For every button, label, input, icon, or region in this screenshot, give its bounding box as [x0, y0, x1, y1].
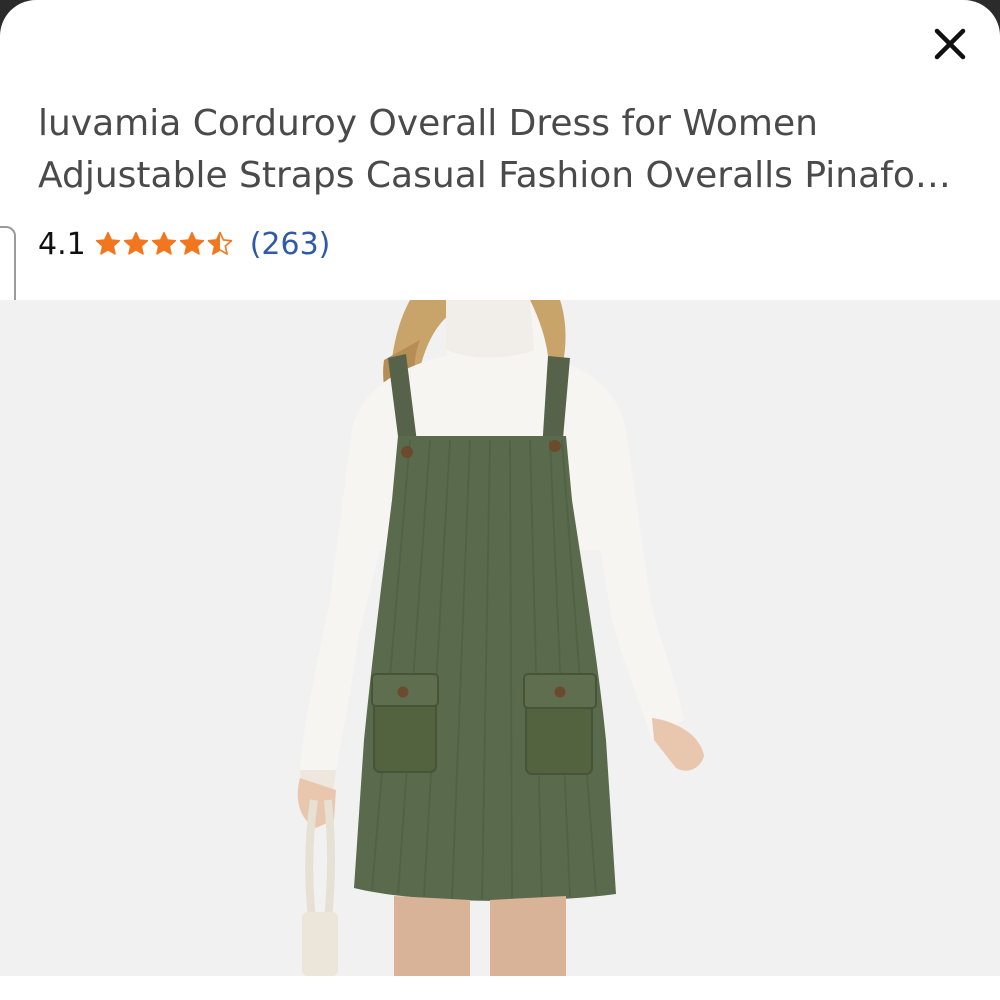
- star-filled-icon: [123, 231, 148, 255]
- star-filled-icon: [179, 231, 204, 255]
- product-image[interactable]: [0, 300, 1000, 976]
- product-preview-sheet: luvamia Corduroy Overall Dress for Women…: [0, 0, 1000, 1000]
- rating-row[interactable]: 4.1 (263): [38, 222, 330, 266]
- product-photo: [0, 300, 1000, 976]
- product-title[interactable]: luvamia Corduroy Overall Dress for Women…: [38, 98, 968, 202]
- rating-value: 4.1: [38, 226, 86, 262]
- close-button[interactable]: [928, 22, 972, 66]
- bottom-strip: [0, 976, 1000, 1000]
- star-filled-icon: [151, 231, 176, 255]
- star-half-icon: [207, 231, 232, 255]
- star-filled-icon: [95, 231, 120, 255]
- close-icon: [934, 28, 966, 60]
- review-count-link[interactable]: (263): [250, 227, 331, 262]
- star-rating: [94, 230, 234, 258]
